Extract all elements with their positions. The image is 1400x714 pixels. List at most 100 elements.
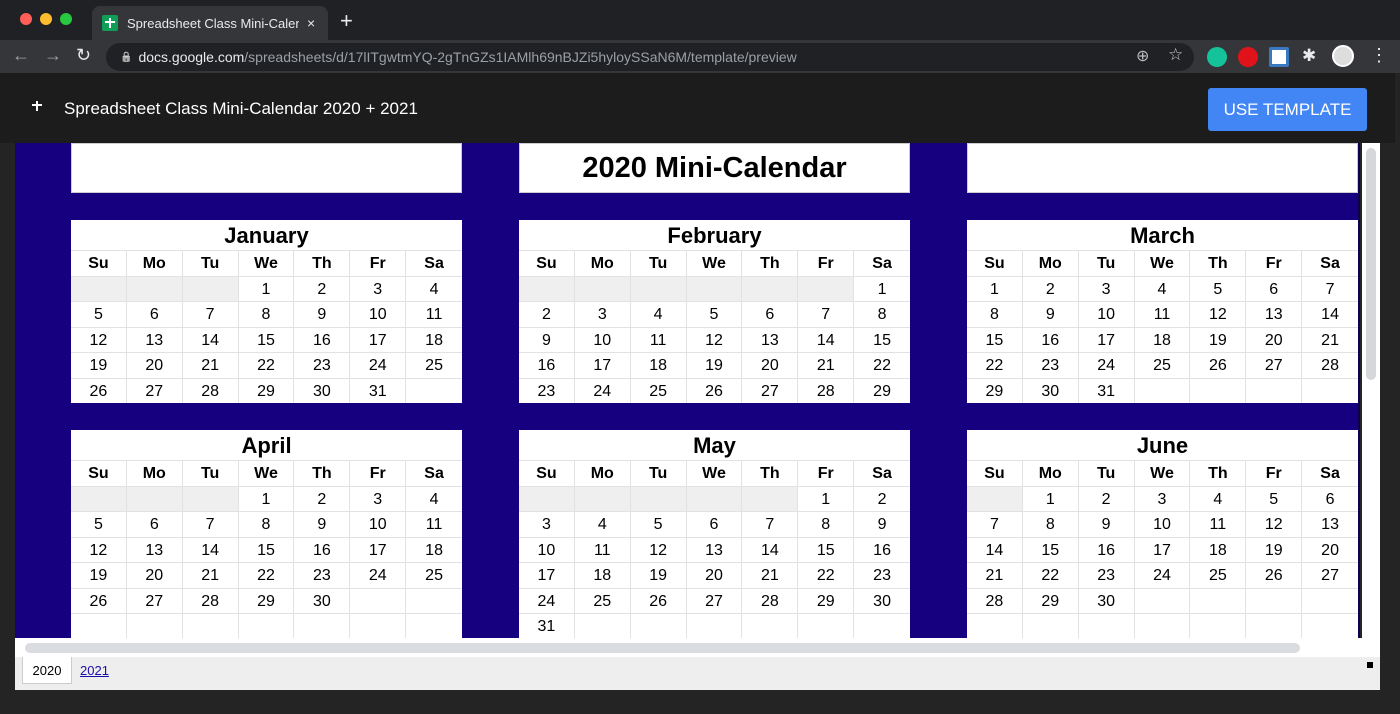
- day-cell[interactable]: 22: [238, 562, 295, 588]
- day-cell[interactable]: 11: [406, 511, 462, 536]
- day-cell[interactable]: 22: [967, 352, 1023, 378]
- day-cell[interactable]: 29: [238, 587, 295, 613]
- day-cell[interactable]: 19: [630, 562, 687, 588]
- day-cell[interactable]: 6: [1302, 486, 1358, 511]
- close-window-button[interactable]: [20, 13, 32, 25]
- day-cell[interactable]: 2: [854, 486, 910, 511]
- day-cell[interactable]: 18: [1134, 326, 1191, 353]
- day-cell[interactable]: 4: [1134, 276, 1191, 302]
- day-cell[interactable]: 11: [574, 536, 631, 563]
- day-cell[interactable]: 7: [967, 511, 1023, 537]
- day-cell[interactable]: 27: [126, 377, 183, 403]
- day-cell[interactable]: 26: [686, 377, 743, 403]
- day-cell[interactable]: 20: [686, 562, 743, 588]
- day-cell[interactable]: 8: [854, 301, 910, 326]
- day-cell[interactable]: 10: [1078, 301, 1135, 327]
- empty-day-cell[interactable]: [630, 612, 687, 638]
- day-cell[interactable]: 3: [519, 511, 575, 537]
- empty-day-cell[interactable]: [519, 276, 575, 302]
- empty-day-cell[interactable]: [854, 612, 910, 638]
- day-cell[interactable]: 17: [1078, 326, 1135, 353]
- day-cell[interactable]: 11: [630, 326, 687, 353]
- day-cell[interactable]: 18: [406, 536, 462, 562]
- day-cell[interactable]: 16: [1078, 536, 1135, 563]
- day-cell[interactable]: 4: [1190, 486, 1247, 512]
- spreadsheet-grid[interactable]: 2020 Mini-Calendar January Su Mo Tu We Th Fr Sa…: [15, 143, 1360, 638]
- bookmark-star-icon[interactable]: ☆: [1168, 45, 1183, 65]
- day-cell[interactable]: 30: [854, 587, 910, 613]
- day-cell[interactable]: 8: [967, 301, 1023, 327]
- day-cell[interactable]: 3: [350, 486, 407, 512]
- day-cell[interactable]: 24: [574, 377, 631, 403]
- day-cell[interactable]: 6: [1246, 276, 1303, 302]
- day-cell[interactable]: 29: [967, 377, 1023, 403]
- day-cell[interactable]: 17: [350, 326, 407, 353]
- day-cell[interactable]: 9: [1022, 301, 1079, 327]
- horizontal-scrollbar-thumb[interactable]: [25, 643, 1300, 653]
- day-cell[interactable]: 12: [1246, 511, 1303, 537]
- day-cell[interactable]: 16: [519, 352, 575, 378]
- day-cell[interactable]: 29: [238, 377, 295, 403]
- empty-day-cell[interactable]: [406, 612, 462, 638]
- day-cell[interactable]: 1: [798, 486, 855, 512]
- empty-day-cell[interactable]: [798, 276, 855, 302]
- day-cell[interactable]: 29: [1022, 587, 1079, 613]
- day-cell[interactable]: 22: [798, 562, 855, 588]
- day-cell[interactable]: 19: [1246, 536, 1303, 563]
- day-cell[interactable]: 4: [574, 511, 631, 537]
- day-cell[interactable]: 19: [1190, 326, 1247, 353]
- day-cell[interactable]: 2: [1022, 276, 1079, 302]
- day-cell[interactable]: 9: [854, 511, 910, 536]
- day-cell[interactable]: 28: [967, 587, 1023, 613]
- empty-day-cell[interactable]: [630, 276, 687, 302]
- day-cell[interactable]: 24: [1134, 562, 1191, 588]
- day-cell[interactable]: 26: [630, 587, 687, 613]
- day-cell[interactable]: 11: [406, 301, 462, 326]
- day-cell[interactable]: 23: [1078, 562, 1135, 588]
- empty-day-cell[interactable]: [1190, 587, 1247, 613]
- day-cell[interactable]: 3: [574, 301, 631, 327]
- day-cell[interactable]: 16: [294, 326, 351, 353]
- day-cell[interactable]: 13: [686, 536, 743, 563]
- day-cell[interactable]: 19: [71, 352, 127, 378]
- day-cell[interactable]: 27: [686, 587, 743, 613]
- empty-day-cell[interactable]: [574, 276, 631, 302]
- empty-day-cell[interactable]: [126, 276, 183, 302]
- day-cell[interactable]: 12: [71, 326, 127, 353]
- day-cell[interactable]: 5: [1190, 276, 1247, 302]
- day-cell[interactable]: 22: [854, 352, 910, 377]
- day-cell[interactable]: 9: [294, 301, 351, 327]
- day-cell[interactable]: 25: [1190, 562, 1247, 588]
- day-cell[interactable]: 16: [1022, 326, 1079, 353]
- day-cell[interactable]: 21: [182, 352, 239, 378]
- day-cell[interactable]: 6: [126, 511, 183, 537]
- day-cell[interactable]: 18: [630, 352, 687, 378]
- day-cell[interactable]: 14: [182, 536, 239, 563]
- day-cell[interactable]: 2: [294, 276, 351, 302]
- day-cell[interactable]: 1: [238, 276, 295, 302]
- empty-day-cell[interactable]: [1022, 612, 1079, 638]
- day-cell[interactable]: 12: [686, 326, 743, 353]
- day-cell[interactable]: 9: [519, 326, 575, 353]
- day-cell[interactable]: 13: [1302, 511, 1358, 536]
- empty-day-cell[interactable]: [686, 486, 743, 512]
- day-cell[interactable]: 14: [1302, 301, 1358, 326]
- day-cell[interactable]: 28: [182, 587, 239, 613]
- empty-day-cell[interactable]: [1190, 612, 1247, 638]
- day-cell[interactable]: 10: [350, 301, 407, 327]
- day-cell[interactable]: 5: [71, 301, 127, 327]
- day-cell[interactable]: 13: [126, 536, 183, 563]
- day-cell[interactable]: 20: [1246, 326, 1303, 353]
- day-cell[interactable]: 16: [294, 536, 351, 563]
- empty-day-cell[interactable]: [742, 486, 799, 512]
- browser-menu-icon[interactable]: ⋮: [1370, 45, 1388, 66]
- day-cell[interactable]: 2: [1078, 486, 1135, 512]
- empty-day-cell[interactable]: [350, 612, 407, 638]
- day-cell[interactable]: 27: [126, 587, 183, 613]
- day-cell[interactable]: 3: [1134, 486, 1191, 512]
- day-cell[interactable]: 16: [854, 536, 910, 562]
- day-cell[interactable]: 30: [1022, 377, 1079, 403]
- forward-icon[interactable]: →: [44, 45, 62, 66]
- day-cell[interactable]: 7: [182, 301, 239, 327]
- day-cell[interactable]: 30: [294, 587, 351, 613]
